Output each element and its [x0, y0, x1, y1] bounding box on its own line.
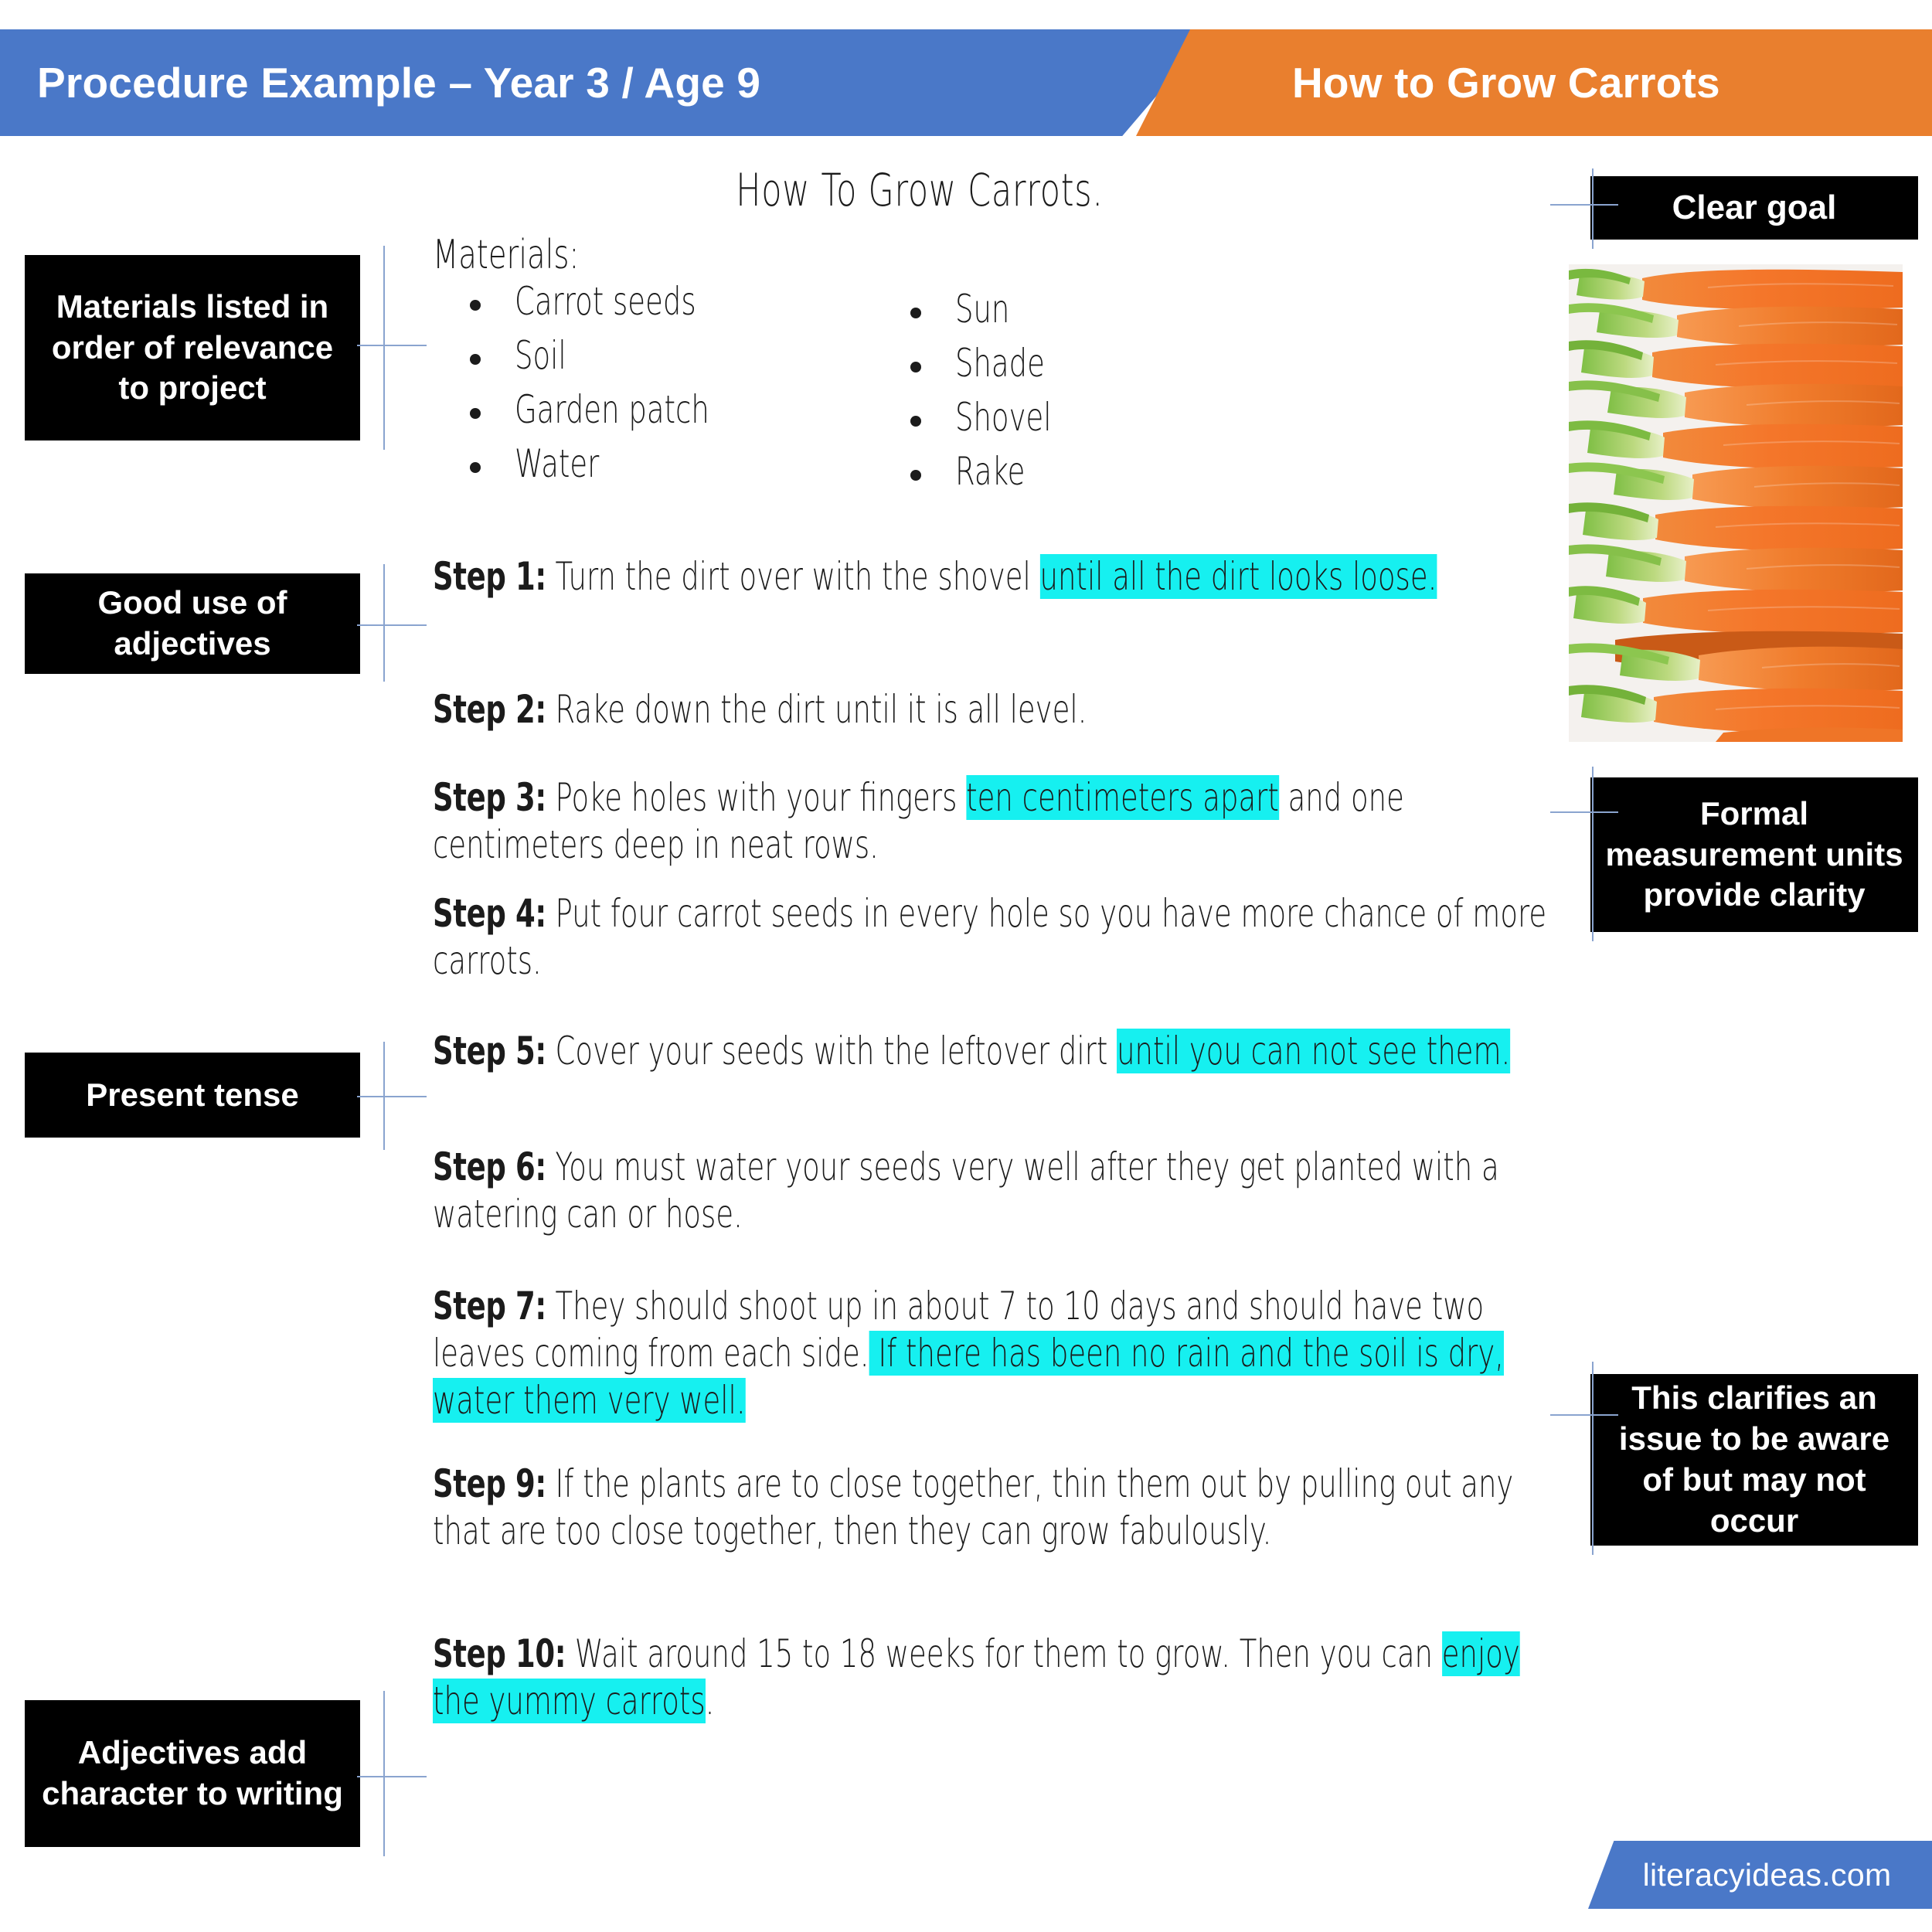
step-text-segment: . [705, 1679, 715, 1723]
annotation-label: Materials listed in order of relevance t… [51, 287, 334, 406]
material-item: Sun [904, 287, 1085, 331]
material-item: Shovel [904, 396, 1085, 439]
annotation-label: This clarifies an issue to be aware of b… [1618, 1379, 1890, 1539]
annotation-box-right-2: This clarifies an issue to be aware of b… [1590, 1374, 1918, 1546]
site-logo-text: literacyideas.com [1642, 1856, 1892, 1893]
connector-vertical-line [383, 1691, 385, 1856]
materials-list-left: Carrot seeds Soil Garden patch Water [464, 280, 777, 496]
step-text: Step 5: Cover your seeds with the leftov… [433, 1028, 1561, 1075]
material-item-label: Garden patch [515, 387, 709, 432]
step-text: Step 1: Turn the dirt over with the shov… [433, 553, 1561, 600]
carrots-photo [1569, 264, 1903, 742]
site-logo[interactable]: literacyideas.com [1588, 1841, 1932, 1909]
highlighted-text: until all the dirt looks loose. [1039, 554, 1437, 599]
step-text: Step 3: Poke holes with your fingers ten… [433, 774, 1561, 869]
annotation-label: Clear goal [1672, 189, 1837, 227]
step-item: Step 2: Rake down the dirt until it is a… [433, 686, 1561, 733]
connector-stub-inner [383, 345, 427, 346]
highlighted-text: ten centimeters apart [966, 775, 1279, 820]
material-item-label: Soil [515, 333, 566, 378]
step-label: Step 2: [433, 687, 546, 732]
step-item: Step 9: If the plants are to close toget… [433, 1461, 1561, 1555]
connector-stub-inner [383, 1096, 427, 1097]
connector-stub-outer [357, 1776, 383, 1777]
step-text-segment: Cover your seeds with the leftover dirt [546, 1029, 1117, 1073]
annotation-box-right-0: Clear goal [1590, 176, 1918, 240]
step-item: Step 4: Put four carrot seeds in every h… [433, 890, 1561, 985]
step-text-segment: You must water your seeds very well afte… [433, 1145, 1499, 1236]
step-item: Step 6: You must water your seeds very w… [433, 1144, 1561, 1238]
connector-stub-outer [357, 1096, 383, 1097]
connector-stub-inner [1550, 204, 1594, 206]
materials-list-right: Sun Shade Shovel Rake [904, 287, 1085, 504]
material-item: Carrot seeds [464, 280, 777, 323]
step-label: Step 1: [433, 554, 546, 599]
step-label: Step 4: [433, 891, 546, 936]
annotation-box-left-3: Adjectives add character to writing [25, 1700, 360, 1847]
highlighted-text: until you can not see them. [1117, 1029, 1511, 1073]
step-text-segment: Put four carrot seeds in every hole so y… [433, 891, 1547, 983]
step-item: Step 1: Turn the dirt over with the shov… [433, 553, 1561, 600]
annotation-box-left-0: Materials listed in order of relevance t… [25, 255, 360, 440]
material-item-label: Sun [955, 287, 1010, 332]
connector-stub-inner [383, 1776, 427, 1777]
connector-stub-outer [357, 345, 383, 346]
annotation-label: Adjectives add character to writing [42, 1734, 343, 1811]
step-label: Step 10: [433, 1631, 566, 1676]
step-label: Step 3: [433, 775, 546, 820]
step-label: Step 5: [433, 1029, 546, 1073]
step-text-segment: Wait around 15 to 18 weeks for them to g… [566, 1631, 1442, 1676]
step-text: Step 9: If the plants are to close toget… [433, 1461, 1561, 1555]
annotation-label: Formal measurement units provide clarity [1605, 794, 1903, 913]
connector-vertical-line [383, 564, 385, 682]
annotation-label: Present tense [86, 1076, 299, 1113]
annotation-label: Good use of adjectives [97, 584, 287, 662]
step-text: Step 10: Wait around 15 to 18 weeks for … [433, 1631, 1561, 1725]
material-item-label: Water [515, 441, 600, 486]
material-item-label: Shade [955, 341, 1045, 386]
step-label: Step 9: [433, 1461, 546, 1506]
document-title: How To Grow Carrots. [736, 164, 1104, 216]
step-text-segment: If the plants are to close together, thi… [433, 1461, 1514, 1553]
header-right-title: How to Grow Carrots [1292, 59, 1720, 107]
annotation-connector-right-0 [1524, 168, 1618, 249]
connector-vertical-line [383, 246, 385, 450]
annotation-box-right-1: Formal measurement units provide clarity [1590, 777, 1918, 932]
step-text-segment: Rake down the dirt until it is all level… [546, 687, 1087, 732]
step-text-segment: Poke holes with your fingers [546, 775, 967, 820]
step-item: Step 10: Wait around 15 to 18 weeks for … [433, 1631, 1561, 1725]
step-label: Step 6: [433, 1145, 546, 1189]
step-item: Step 5: Cover your seeds with the leftov… [433, 1028, 1561, 1075]
material-item: Soil [464, 334, 777, 377]
connector-stub-inner [383, 624, 427, 626]
step-text: Step 7: They should shoot up in about 7 … [433, 1283, 1561, 1424]
annotation-box-left-1: Good use of adjectives [25, 573, 360, 674]
step-text-segment: Turn the dirt over with the shovel [546, 554, 1040, 599]
step-text: Step 6: You must water your seeds very w… [433, 1144, 1561, 1238]
material-item: Water [464, 442, 777, 485]
connector-stub-outer [357, 624, 383, 626]
step-label: Step 7: [433, 1284, 546, 1328]
page-header: Procedure Example – Year 3 / Age 9 How t… [0, 29, 1932, 136]
step-text: Step 2: Rake down the dirt until it is a… [433, 686, 1561, 733]
material-item: Rake [904, 450, 1085, 493]
annotation-box-left-2: Present tense [25, 1053, 360, 1138]
connector-vertical-line [383, 1042, 385, 1150]
material-item-label: Rake [955, 449, 1026, 494]
material-item: Garden patch [464, 388, 777, 431]
material-item-label: Carrot seeds [515, 279, 696, 324]
header-left-title: Procedure Example – Year 3 / Age 9 [37, 59, 761, 107]
step-item: Step 7: They should shoot up in about 7 … [433, 1283, 1561, 1424]
material-item: Shade [904, 342, 1085, 385]
materials-heading: Materials: [433, 232, 580, 278]
step-text: Step 4: Put four carrot seeds in every h… [433, 890, 1561, 985]
step-item: Step 3: Poke holes with your fingers ten… [433, 774, 1561, 869]
material-item-label: Shovel [955, 395, 1052, 440]
